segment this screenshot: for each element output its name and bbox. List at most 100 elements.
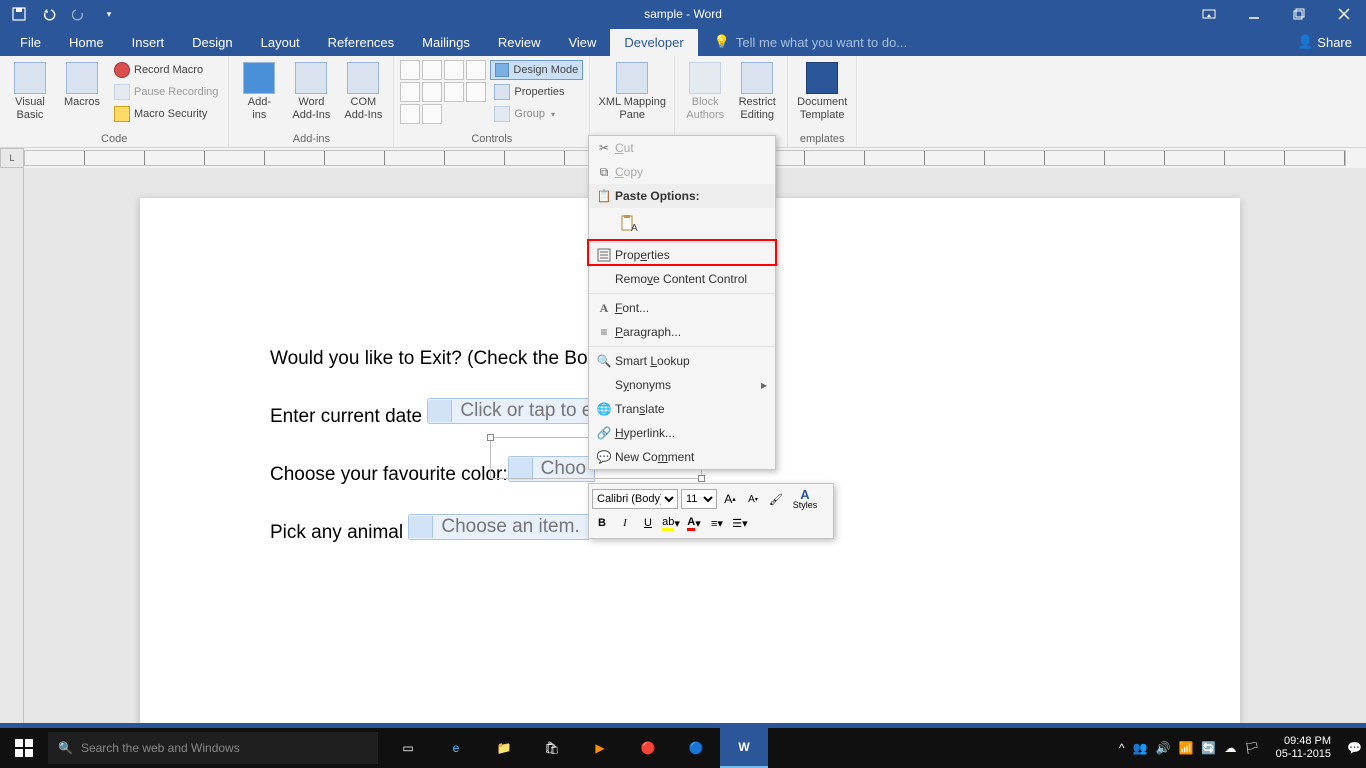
share-button[interactable]: 👤 Share [1283,28,1366,56]
control-richtext[interactable] [400,60,420,80]
control-legacy[interactable] [422,104,442,124]
ctx-remove-content-control[interactable]: Remove Content Control [589,267,775,291]
ctx-smart-lookup[interactable]: 🔍Smart Lookup [589,349,775,373]
bold-button[interactable]: B [592,513,612,533]
animal-content-control[interactable]: Choose an item. [408,514,588,540]
restrict-label: Restrict Editing [739,96,776,122]
pause-recording-button[interactable]: Pause Recording [110,82,222,102]
tab-developer[interactable]: Developer [610,29,697,56]
italic-button[interactable]: I [615,513,635,533]
ribbon-options-icon[interactable] [1186,0,1231,28]
tab-mailings[interactable]: Mailings [408,29,484,56]
control-dropdown[interactable] [444,82,464,102]
taskbar-clock[interactable]: 09:48 PM 05-11-2015 [1268,735,1339,761]
ctx-paragraph[interactable]: ≡Paragraph... [589,320,775,344]
tray-security-icon[interactable]: 🏳 [1244,741,1259,755]
ctx-new-comment[interactable]: 💬New Comment [589,445,775,469]
grow-font-button[interactable]: A▴ [720,489,740,509]
word-taskbar-icon[interactable]: W [720,728,768,768]
properties-button[interactable]: Properties [490,82,583,102]
highlight-button[interactable]: ab▾ [661,513,681,533]
document-template-button[interactable]: Document Template [794,60,850,124]
control-picture[interactable] [444,60,464,80]
com-addins-button[interactable]: COM Add-Ins [339,60,387,124]
tray-volume-icon[interactable]: 🔊 [1156,741,1171,755]
macro-security-button[interactable]: Macro Security [110,104,222,124]
restrict-editing-button[interactable]: Restrict Editing [733,60,781,124]
tray-onedrive-icon[interactable]: ☁ [1224,741,1236,755]
record-macro-button[interactable]: Record Macro [110,60,222,80]
undo-icon[interactable] [40,5,58,23]
tab-insert[interactable]: Insert [118,29,179,56]
bullets-button[interactable]: ≡▾ [707,513,727,533]
media-player-icon[interactable]: ▶ [576,728,624,768]
control-plaintext[interactable] [422,60,442,80]
tray-wifi-icon[interactable]: 📶 [1178,741,1193,755]
tab-review[interactable]: Review [484,29,555,56]
paste-keep-text-icon[interactable]: A [617,212,641,236]
word-addins-button[interactable]: Word Add-Ins [287,60,335,124]
group-button[interactable]: Group▾ [490,104,583,124]
ctx-translate[interactable]: 🌐Translate [589,397,775,421]
ctx-synonyms[interactable]: Synonyms▸ [589,373,775,397]
file-explorer-icon[interactable]: 📁 [480,728,528,768]
tray-sync-icon[interactable]: 🔄 [1201,741,1216,755]
block-authors-button[interactable]: Block Authors [681,60,729,124]
macros-button[interactable]: Macros [58,60,106,111]
control-buildingblock[interactable] [466,60,486,80]
store-icon[interactable]: 🛍 [528,728,576,768]
tray-people-icon[interactable]: 👥 [1133,741,1148,755]
chrome-icon[interactable]: 🔴 [624,728,672,768]
control-repeating[interactable] [400,104,420,124]
chrome-icon-2[interactable]: 🔵 [672,728,720,768]
ctx-font[interactable]: AFont... [589,296,775,320]
vertical-ruler[interactable] [0,168,24,723]
tab-home[interactable]: Home [55,29,118,56]
maximize-button[interactable] [1276,0,1321,28]
clock-date: 05-11-2015 [1276,748,1331,761]
pause-label: Pause Recording [134,86,218,98]
control-datepicker[interactable] [466,82,486,102]
task-view-icon[interactable]: ▭ [384,728,432,768]
tray-chevron-icon[interactable]: ^ [1119,741,1125,755]
xml-mapping-button[interactable]: XML Mapping Pane [596,60,668,124]
qat-customize-icon[interactable]: ▾ [100,5,118,23]
notifications-icon[interactable]: 💬 [1347,741,1362,755]
visual-basic-button[interactable]: Visual Basic [6,60,54,124]
tab-layout[interactable]: Layout [247,29,314,56]
mini-size-select[interactable]: 11 [681,489,717,509]
addins-button[interactable]: Add- ins [235,60,283,124]
group-addins: Add- ins Word Add-Ins COM Add-Ins Add-in… [229,56,394,147]
cc-handle-icon[interactable] [409,516,433,538]
ctx-hyperlink[interactable]: 🔗Hyperlink... [589,421,775,445]
numbering-button[interactable]: ☰▾ [730,513,750,533]
tell-me-search[interactable]: 💡 Tell me what you want to do... [708,28,913,56]
tab-design[interactable]: Design [178,29,246,56]
control-combobox[interactable] [422,82,442,102]
edge-icon[interactable]: e [432,728,480,768]
save-icon[interactable] [10,5,28,23]
date-content-control[interactable]: Click or tap to e [427,398,601,424]
start-button[interactable] [0,728,48,768]
format-painter-button[interactable]: 🖌 [766,489,786,509]
controls-gallery[interactable] [400,60,486,124]
minimize-button[interactable] [1231,0,1276,28]
close-button[interactable] [1321,0,1366,28]
tab-file[interactable]: File [6,29,55,56]
control-checkbox[interactable] [400,82,420,102]
comment-icon: 💬 [593,450,615,464]
underline-button[interactable]: U [638,513,658,533]
mini-styles-button[interactable]: AStyles [789,489,821,509]
ruler-corner[interactable]: L [0,148,24,168]
vb-icon [14,62,46,94]
redo-icon[interactable] [70,5,88,23]
tab-references[interactable]: References [314,29,408,56]
font-color-button[interactable]: A▾ [684,513,704,533]
shrink-font-button[interactable]: A▾ [743,489,763,509]
tab-view[interactable]: View [554,29,610,56]
cc-handle-icon[interactable] [428,400,452,422]
design-mode-button[interactable]: Design Mode [490,60,583,80]
taskbar-search[interactable]: 🔍Search the web and Windows [48,732,378,764]
mini-font-select[interactable]: Calibri (Body) [592,489,678,509]
ctx-properties[interactable]: Properties [589,243,775,267]
